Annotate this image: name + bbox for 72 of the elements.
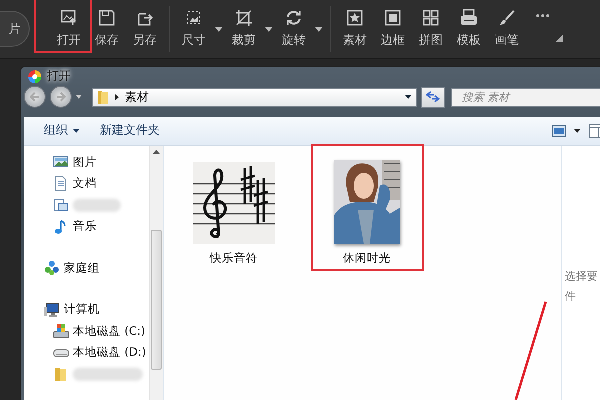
resize-icon (185, 9, 203, 27)
refresh-icon (426, 91, 440, 104)
preview-pane-icon (589, 124, 600, 138)
nav-item[interactable]: 图片 (33, 152, 149, 173)
blurred-label (73, 198, 121, 212)
nav-label: 图片 (73, 154, 97, 170)
toolbar-button[interactable]: 旋转 (275, 0, 313, 58)
search-field[interactable]: 搜索 素材 (451, 88, 600, 107)
back-button[interactable] (24, 86, 46, 108)
toolbar-button[interactable]: 另存 (126, 0, 164, 58)
document-icon (53, 176, 69, 192)
rotate-icon (285, 9, 303, 27)
command-button[interactable]: 新建文件夹 (90, 120, 170, 142)
toolbar-button[interactable]: 保存 (88, 0, 126, 58)
nav-item[interactable]: 文档 (33, 173, 149, 194)
folder-icon (53, 366, 69, 382)
system-drive-icon (53, 323, 69, 340)
nav-item[interactable]: 本地磁盘 (D:) (33, 342, 149, 364)
forward-button[interactable] (50, 86, 72, 108)
preview-pane: 选择要 件 (561, 146, 600, 400)
nav-label: 文档 (73, 176, 97, 192)
toolbar-button[interactable]: 画笔 (488, 0, 526, 58)
nav-label: 本地磁盘 (D:) (73, 345, 146, 360)
save-icon (98, 9, 116, 27)
nav-label: 本地磁盘 (C:) (73, 324, 146, 339)
more-icon (536, 14, 550, 18)
toolbar-button[interactable]: 打开 (50, 0, 88, 58)
toolbar-button[interactable]: 边框 (374, 0, 412, 58)
breadcrumb[interactable]: 素材 (125, 88, 399, 106)
homegroup-icon (44, 260, 60, 276)
nav-item[interactable]: 音乐 (33, 216, 149, 238)
toolbar-button[interactable]: 尺寸 (175, 0, 213, 58)
view-icon (552, 124, 566, 136)
scroll-thumb[interactable] (151, 230, 162, 370)
chevron-icon (115, 94, 119, 101)
color-wheel-icon (28, 70, 42, 84)
toolbar-button[interactable]: 模板 (450, 0, 488, 58)
forward-arrow-icon (56, 92, 66, 102)
partial-button[interactable]: 片 (0, 11, 30, 47)
caret-icon (405, 95, 412, 100)
open-image-icon (60, 9, 78, 27)
address-field[interactable]: 素材 (92, 88, 417, 107)
grid-icon (422, 9, 440, 27)
caret-icon (574, 128, 581, 132)
nav-label: 音乐 (73, 219, 97, 234)
toolbar-button[interactable]: 裁剪 (225, 0, 263, 58)
printer-icon (460, 9, 478, 27)
brush-icon (498, 9, 516, 27)
window-title: 打开 (47, 68, 71, 86)
nav-label: 计算机 (64, 302, 100, 318)
computer-icon (44, 302, 60, 318)
toolbar-button[interactable]: 拼图 (412, 0, 450, 58)
scroll-up-icon[interactable] (153, 150, 160, 154)
toolbar-button[interactable]: 素材 (336, 0, 374, 58)
command-button[interactable]: 组织 (34, 120, 90, 142)
folder-icon (97, 89, 109, 106)
caret-icon (76, 95, 82, 100)
file-item[interactable]: 休闲时光 (317, 146, 417, 266)
back-arrow-icon (30, 92, 40, 102)
scrollbar[interactable] (149, 146, 163, 400)
picture-library-icon (53, 154, 69, 170)
nav-label: 家庭组 (64, 260, 100, 276)
resize-corner-icon (556, 35, 563, 42)
nav-item[interactable]: 本地磁盘 (C:) (33, 320, 149, 342)
nav-item[interactable]: 计算机 (24, 299, 149, 320)
crop-icon (235, 9, 253, 27)
nav-item[interactable]: 家庭组 (24, 258, 149, 279)
video-library-icon (53, 197, 69, 214)
refresh-button[interactable] (421, 86, 445, 108)
file-item[interactable]: 快乐音符 (184, 146, 284, 266)
frame-icon (384, 9, 402, 27)
blurred-label (73, 368, 143, 381)
